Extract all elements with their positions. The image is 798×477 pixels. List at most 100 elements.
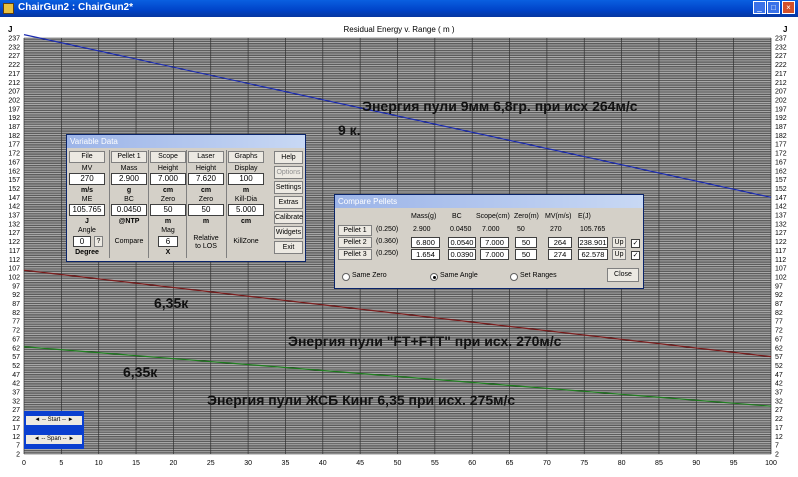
y-tick-label-left: 2 xyxy=(16,452,20,459)
y-tick-label-left: 57 xyxy=(12,354,20,361)
x-tick-label: 65 xyxy=(506,460,514,467)
minimize-button[interactable]: _ xyxy=(753,1,766,14)
y-tick-label-left: 162 xyxy=(8,168,20,175)
x-tick-label: 90 xyxy=(692,460,700,467)
vd-side-button-calibrate[interactable]: Calibrate xyxy=(274,211,303,224)
cp-radio-same-angle[interactable] xyxy=(430,273,438,281)
vd-side-button-extras[interactable]: Extras xyxy=(274,196,303,209)
cp-value-field[interactable]: 6.800 xyxy=(411,237,440,248)
vd-value-field[interactable]: 6 xyxy=(158,236,178,247)
y-tick-label-right: 162 xyxy=(775,168,787,175)
vd-action-compare[interactable]: Compare xyxy=(111,238,147,245)
y-tick-label-left: 12 xyxy=(12,434,20,441)
vd-value-field[interactable]: 0.0450 xyxy=(111,204,147,216)
cp-pellet-button-1[interactable]: Pellet 1 xyxy=(338,225,372,236)
cp-value-field[interactable]: 7.000 xyxy=(480,237,509,248)
cp-close-button[interactable]: Close xyxy=(607,268,639,282)
cp-value-field[interactable]: 1.654 xyxy=(411,249,440,260)
cp-radio-same-zero[interactable] xyxy=(342,273,350,281)
vd-side-button-options[interactable]: Options xyxy=(274,166,303,179)
vd-value-field[interactable]: 50 xyxy=(150,204,186,216)
cp-up-button-2[interactable]: Up xyxy=(612,237,626,248)
span-control[interactable]: ◄ -- Span -- ► xyxy=(26,435,82,444)
cp-value-field[interactable]: 50 xyxy=(515,237,537,248)
cp-value: 270 xyxy=(550,226,562,233)
y-tick-label-left: 107 xyxy=(8,266,20,273)
x-tick-label: 20 xyxy=(170,460,178,467)
y-tick-label-left: 142 xyxy=(8,204,20,211)
span-left-arrow[interactable]: ◄ xyxy=(34,436,40,442)
cp-value-field[interactable]: 62.578 xyxy=(578,249,608,260)
close-button[interactable]: × xyxy=(782,1,795,14)
vd-value-field[interactable]: 2.900 xyxy=(111,173,147,185)
cp-caliber: (0.250) xyxy=(376,250,399,257)
vd-button-pellet-1[interactable]: Pellet 1 xyxy=(111,151,147,163)
start-left-arrow[interactable]: ◄ xyxy=(34,417,40,423)
vd-value-field[interactable]: 50 xyxy=(188,204,224,216)
vd-unit: J xyxy=(85,218,89,225)
y-tick-label-left: 192 xyxy=(8,115,20,122)
y-tick-label-right: 107 xyxy=(775,266,787,273)
cp-pellet-button-2[interactable]: Pellet 2 xyxy=(338,237,372,248)
cp-up-button-3[interactable]: Up xyxy=(612,249,626,260)
cp-radio-set-ranges[interactable] xyxy=(510,273,518,281)
vd-value-field[interactable]: 7.620 xyxy=(188,173,224,185)
vd-button-file[interactable]: File xyxy=(69,151,105,163)
cp-checkbox-3[interactable]: ✓ xyxy=(631,251,640,260)
y-tick-label-left: 82 xyxy=(12,310,20,317)
cp-value-field[interactable]: 238.901 xyxy=(578,237,608,248)
y-tick-label-right: 132 xyxy=(775,221,787,228)
vd-value-field[interactable]: 7.000 xyxy=(150,173,186,185)
cp-value-field[interactable]: 0.0390 xyxy=(448,249,476,260)
vd-side-button-exit[interactable]: Exit xyxy=(274,241,303,254)
annotation-ft-ftt: Энергия пули "FT+FTT" при исх. 270м/с xyxy=(288,333,562,349)
vd-button-graphs[interactable]: Graphs xyxy=(228,151,264,163)
cp-checkbox-2[interactable]: ✓ xyxy=(631,239,640,248)
y-tick-label-left: 112 xyxy=(9,257,20,264)
x-tick-label: 0 xyxy=(22,460,26,467)
start-right-arrow[interactable]: ► xyxy=(68,417,74,423)
vd-label: Height xyxy=(195,165,217,172)
y-tick-label-left: 122 xyxy=(8,239,20,246)
y-tick-label-left: 167 xyxy=(8,159,20,166)
vd-value-field[interactable]: 5.000 xyxy=(228,204,264,216)
cp-value-field[interactable]: 274 xyxy=(548,249,572,260)
vd-button-scope[interactable]: Scope xyxy=(150,151,186,163)
cp-value: 105.765 xyxy=(580,226,606,233)
cp-pellet-button-3[interactable]: Pellet 3 xyxy=(338,249,372,260)
y-tick-label-left: 232 xyxy=(8,44,20,51)
cp-value-field[interactable]: 0.0540 xyxy=(448,237,476,248)
start-control[interactable]: ◄ -- Start -- ► xyxy=(26,416,82,425)
x-tick-label: 40 xyxy=(319,460,327,467)
y-tick-label-left: 92 xyxy=(12,292,20,299)
vd-side-button-help[interactable]: Help xyxy=(274,151,303,164)
y-tick-label-right: 67 xyxy=(775,336,783,343)
cp-value-field[interactable]: 50 xyxy=(515,249,537,260)
y-tick-label-right: 137 xyxy=(775,213,787,220)
vd-side-button-widgets[interactable]: Widgets xyxy=(274,226,303,239)
cp-caliber: (0.250) xyxy=(376,226,399,233)
app-icon xyxy=(3,3,14,14)
y-tick-label-right: 197 xyxy=(775,106,787,113)
maximize-button[interactable]: □ xyxy=(767,1,780,14)
vd-side-button-settings[interactable]: Settings xyxy=(274,181,303,194)
vd-unit: X xyxy=(165,249,171,256)
angle-help-button[interactable]: ? xyxy=(94,236,103,247)
vd-value-field[interactable]: 105.765 xyxy=(69,204,105,216)
x-tick-label: 85 xyxy=(655,460,663,467)
vd-unit: m xyxy=(242,187,250,194)
x-tick-label: 95 xyxy=(730,460,738,467)
cp-value: 50 xyxy=(517,226,525,233)
cp-value-field[interactable]: 7.000 xyxy=(480,249,509,260)
vd-column-divider xyxy=(186,150,187,258)
vd-unit: cm xyxy=(240,218,252,225)
vd-button-laser[interactable]: Laser xyxy=(188,151,224,163)
span-right-arrow[interactable]: ► xyxy=(68,436,74,442)
vd-value-field[interactable]: 270 xyxy=(69,173,105,185)
y-tick-label-left: 217 xyxy=(8,71,20,78)
cp-value-field[interactable]: 264 xyxy=(548,237,572,248)
vd-value-field[interactable]: 100 xyxy=(228,173,264,185)
vd-action-killzone[interactable]: KillZone xyxy=(228,238,264,245)
vd-column-divider xyxy=(109,150,110,258)
vd-value-field[interactable]: 0 xyxy=(73,236,91,247)
